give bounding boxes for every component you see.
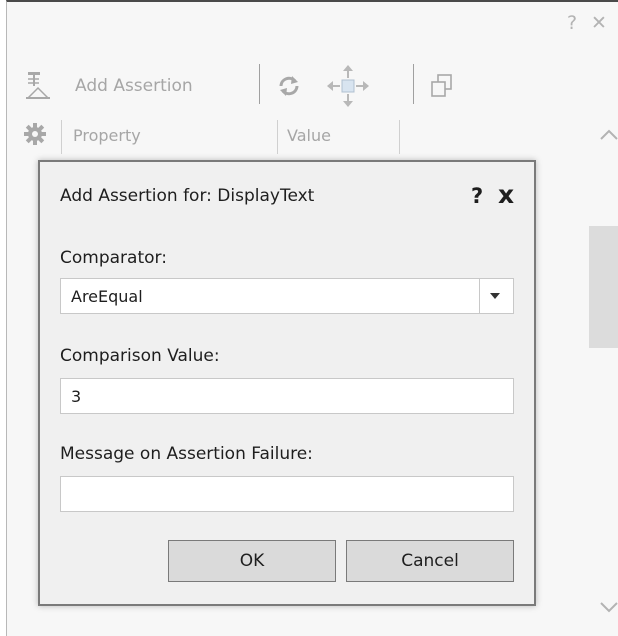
refresh-icon[interactable] [277, 74, 301, 102]
failure-message-label: Message on Assertion Failure: [60, 444, 313, 464]
scroll-down-icon[interactable] [599, 600, 618, 619]
scroll-up-icon[interactable] [599, 126, 618, 145]
column-separator [61, 120, 62, 154]
column-header-property[interactable]: Property [73, 126, 141, 145]
add-assertion-button[interactable]: Add Assertion [75, 76, 193, 96]
comparator-label: Comparator: [60, 248, 167, 268]
column-separator [399, 120, 400, 154]
dropdown-arrow-icon[interactable] [490, 293, 500, 299]
move-crosshair-icon[interactable] [325, 64, 371, 112]
add-assertion-dialog: Add Assertion for: DisplayText ? x Compa… [38, 160, 536, 606]
panel-close-icon[interactable]: ✕ [591, 14, 607, 33]
copy-windows-icon[interactable] [431, 74, 453, 102]
ok-button[interactable]: OK [168, 540, 336, 582]
column-header-value[interactable]: Value [287, 126, 331, 145]
failure-message-input[interactable] [60, 476, 514, 512]
comparator-selected-value: AreEqual [71, 287, 143, 306]
cancel-button[interactable]: Cancel [346, 540, 514, 582]
dialog-help-icon[interactable]: ? [471, 184, 483, 208]
comparison-value-label: Comparison Value: [60, 346, 220, 366]
toolbar-separator [413, 64, 414, 104]
gear-icon[interactable] [23, 122, 47, 150]
comparison-value-input[interactable]: 3 [60, 378, 514, 414]
comparator-select[interactable]: AreEqual [60, 278, 514, 314]
dialog-close-icon[interactable]: x [498, 182, 514, 207]
dialog-title: Add Assertion for: DisplayText [60, 186, 315, 206]
scrollbar-thumb[interactable] [589, 226, 618, 348]
add-assertion-icon [25, 70, 51, 104]
toolbar-separator [259, 64, 260, 104]
combo-divider [479, 279, 480, 313]
comparison-value-text: 3 [71, 387, 82, 406]
panel-help-icon[interactable]: ? [567, 14, 577, 33]
column-separator [277, 120, 278, 154]
